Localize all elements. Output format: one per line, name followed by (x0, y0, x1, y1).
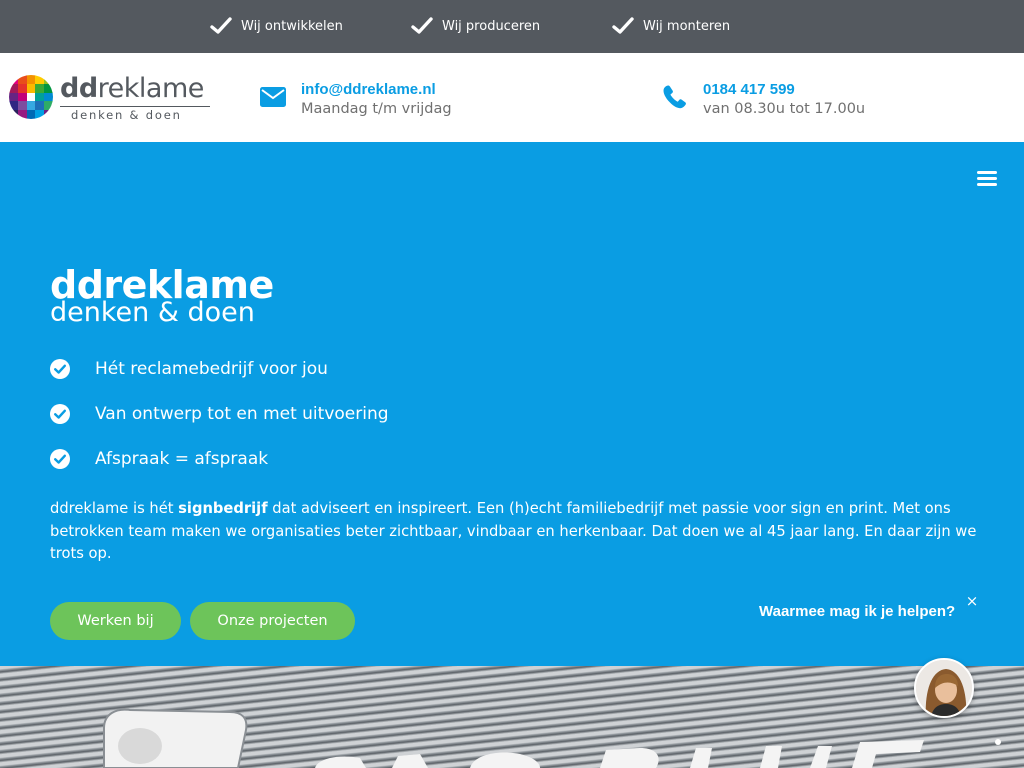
feature-label: Hét reclamebedrijf voor jou (95, 359, 328, 379)
usp-label: Wij monteren (643, 18, 731, 34)
usp-item-produceren: Wij produceren (411, 16, 540, 36)
hero-subtitle: denken & doen (50, 297, 255, 328)
email-hours: Maandag t/m vrijdag (301, 101, 452, 117)
check-circle-icon (50, 404, 70, 424)
feature-label: Afspraak = afspraak (95, 449, 269, 469)
hero-intro-text: ddreklame is hét signbedrijf dat advisee… (50, 500, 977, 563)
phone-hours: van 08.30u tot 17.00u (703, 101, 866, 117)
check-circle-icon (50, 449, 70, 469)
usp-top-bar: Wij ontwikkelen Wij produceren Wij monte… (0, 0, 1024, 53)
building-facade-graphic (103, 708, 1001, 768)
werken-bij-button[interactable]: Werken bij (50, 602, 181, 640)
hero-section: ddreklame denken & doen Hét reclamebedri… (0, 142, 1024, 666)
email-link[interactable]: info@ddreklame.nl (301, 81, 436, 98)
chat-prompt[interactable]: Waarmee mag ik je helpen? (759, 603, 955, 620)
feature-item: Hét reclamebedrijf voor jou (50, 358, 328, 380)
phone-icon (663, 85, 686, 109)
signbedrijf-highlight: signbedrijf (178, 500, 268, 517)
feature-item: Van ontwerp tot en met uitvoering (50, 403, 389, 425)
site-header: ddreklame denken & doen info@ddreklame.n… (0, 53, 1024, 142)
onze-projecten-button[interactable]: Onze projecten (190, 602, 355, 640)
checkmark-icon (411, 17, 433, 34)
hamburger-menu-icon[interactable] (975, 168, 999, 188)
usp-item-ontwikkelen: Wij ontwikkelen (210, 16, 343, 36)
feature-item: Afspraak = afspraak (50, 448, 268, 470)
logo-tagline: denken & doen (71, 108, 182, 122)
phone-link[interactable]: 0184 417 599 (703, 81, 795, 98)
building-photo (0, 666, 1024, 768)
logo-divider (60, 106, 210, 107)
checkmark-icon (210, 17, 232, 34)
usp-item-monteren: Wij monteren (612, 16, 730, 36)
usp-label: Wij ontwikkelen (241, 18, 343, 34)
checkmark-icon (612, 17, 634, 34)
envelope-icon (260, 87, 286, 107)
usp-label: Wij produceren (442, 18, 541, 34)
chat-close-icon[interactable]: × (964, 593, 980, 609)
feature-label: Van ontwerp tot en met uitvoering (95, 404, 389, 424)
logo-wordmark: ddreklame (60, 73, 204, 104)
logo-mosaic-icon (9, 75, 53, 119)
chat-agent-avatar[interactable] (914, 658, 974, 718)
check-circle-icon (50, 359, 70, 379)
ddreklame-logo[interactable]: ddreklame denken & doen (9, 73, 214, 122)
